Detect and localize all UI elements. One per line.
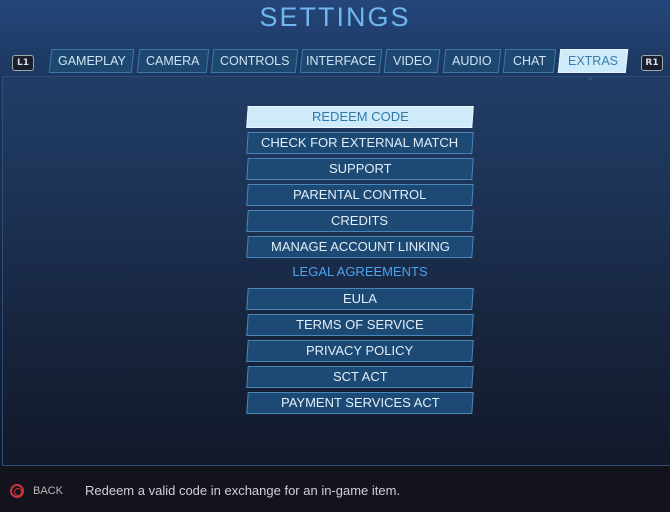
tab-label: EXTRAS: [567, 54, 618, 68]
tab-label: INTERFACE: [305, 54, 377, 68]
button-label: EULA: [343, 291, 377, 306]
tab-label: CONTROLS: [219, 54, 290, 68]
redeem-code-button[interactable]: REDEEM CODE: [246, 106, 474, 128]
button-label: TERMS OF SERVICE: [296, 317, 424, 332]
button-label: PAYMENT SERVICES ACT: [280, 395, 440, 410]
payment-services-act-button[interactable]: PAYMENT SERVICES ACT: [246, 392, 474, 414]
manage-account-linking-button[interactable]: MANAGE ACCOUNT LINKING: [246, 236, 474, 258]
check-external-match-button[interactable]: CHECK FOR EXTERNAL MATCH: [246, 132, 474, 154]
tab-extras[interactable]: EXTRAS: [557, 49, 629, 73]
tab-video[interactable]: VIDEO: [383, 49, 441, 73]
privacy-policy-button[interactable]: PRIVACY POLICY: [246, 340, 474, 362]
tab-interface[interactable]: INTERFACE: [299, 49, 383, 73]
button-label: PRIVACY POLICY: [306, 343, 414, 358]
back-button[interactable]: BACK: [33, 485, 63, 497]
parental-control-button[interactable]: PARENTAL CONTROL: [246, 184, 474, 206]
credits-button[interactable]: CREDITS: [246, 210, 474, 232]
tab-controls[interactable]: CONTROLS: [210, 49, 299, 73]
tab-camera[interactable]: CAMERA: [136, 49, 210, 73]
item-description: Redeem a valid code in exchange for an i…: [85, 483, 401, 498]
tab-label: GAMEPLAY: [57, 54, 126, 68]
circle-button-icon[interactable]: [10, 484, 24, 498]
button-label: SUPPORT: [328, 161, 392, 176]
sct-act-button[interactable]: SCT ACT: [246, 366, 474, 388]
eula-button[interactable]: EULA: [246, 288, 474, 310]
button-label: SCT ACT: [332, 369, 388, 384]
tab-gameplay[interactable]: GAMEPLAY: [48, 49, 135, 73]
page-title: SETTINGS: [259, 2, 411, 32]
tab-label: CAMERA: [146, 54, 200, 68]
tab-label: CHAT: [512, 54, 547, 68]
legal-agreements-header: LEGAL AGREEMENTS: [292, 264, 428, 279]
button-label: PARENTAL CONTROL: [293, 187, 427, 202]
l1-bumper-icon[interactable]: L1: [12, 55, 34, 71]
button-label: CREDITS: [331, 213, 389, 228]
tab-label: AUDIO: [452, 54, 492, 68]
tab-chat[interactable]: CHAT: [502, 49, 557, 73]
support-button[interactable]: SUPPORT: [246, 158, 474, 180]
button-label: CHECK FOR EXTERNAL MATCH: [261, 135, 459, 150]
button-label: REDEEM CODE: [311, 109, 409, 124]
tab-label: VIDEO: [392, 54, 432, 68]
button-label: MANAGE ACCOUNT LINKING: [270, 239, 450, 254]
tab-audio[interactable]: AUDIO: [442, 49, 502, 73]
footer: BACK Redeem a valid code in exchange for…: [0, 478, 670, 506]
r1-bumper-icon[interactable]: R1: [641, 55, 663, 71]
terms-of-service-button[interactable]: TERMS OF SERVICE: [246, 314, 474, 336]
